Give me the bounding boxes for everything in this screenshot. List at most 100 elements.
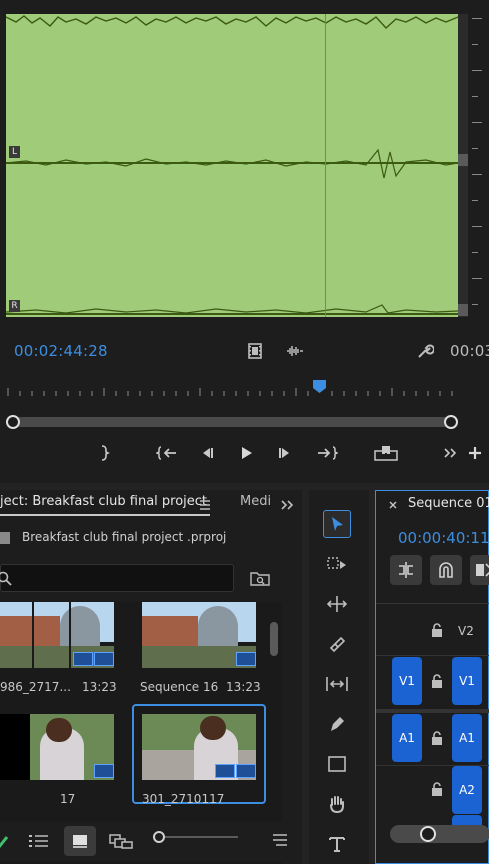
project-file-icon <box>0 532 10 544</box>
hand-tool[interactable] <box>323 790 351 818</box>
grid-scrollbar-thumb[interactable] <box>270 622 278 656</box>
meter-scale <box>468 14 489 317</box>
track-label-v2[interactable]: V2 <box>458 624 474 638</box>
new-search-bin-button[interactable] <box>250 570 270 590</box>
search-input[interactable] <box>0 564 234 592</box>
audio-waveform[interactable]: L R <box>6 14 458 317</box>
timeline-zoom-handle[interactable] <box>420 826 436 842</box>
track-target-a1[interactable]: A1 <box>452 714 482 762</box>
slip-tool[interactable] <box>323 670 351 698</box>
scrollbar-start-handle[interactable] <box>6 415 20 429</box>
double-chevron-right-icon <box>444 448 457 458</box>
wrench-icon <box>418 344 434 358</box>
step-forward-button[interactable] <box>274 442 296 464</box>
clip-thumbnail[interactable] <box>0 714 114 780</box>
go-to-out-icon <box>318 446 338 460</box>
clip-duration: 13:23 <box>226 680 261 694</box>
tab-media-browser[interactable]: Medi <box>240 494 274 509</box>
clip-name: Sequence 16 <box>140 680 219 694</box>
drag-video-only-button[interactable] <box>244 340 266 362</box>
insert-button[interactable] <box>372 442 400 464</box>
ripple-edit-tool[interactable] <box>323 590 351 618</box>
ripple-edit-icon <box>326 596 348 612</box>
nest-toggle-button[interactable] <box>390 555 422 585</box>
track-select-icon <box>327 557 346 569</box>
snap-button[interactable] <box>430 555 462 585</box>
audio-meter <box>458 14 468 317</box>
zoom-scrollbar[interactable] <box>6 414 458 430</box>
audio-badge-icon <box>236 764 256 778</box>
clip-name: 301_2710117 <box>142 792 225 806</box>
playhead-marker[interactable] <box>313 380 326 393</box>
razor-tool[interactable] <box>323 630 351 658</box>
track-target-a2[interactable]: A2 <box>452 766 482 814</box>
lock-track-icon[interactable] <box>430 622 444 638</box>
clip-duration: 13:23 <box>82 680 117 694</box>
type-tool[interactable] <box>323 830 351 858</box>
zoom-slider-handle[interactable] <box>153 831 165 843</box>
meter-handle[interactable] <box>458 154 468 166</box>
rectangle-tool[interactable] <box>323 750 351 778</box>
more-controls-button[interactable] <box>440 442 460 464</box>
video-badge-icon <box>215 764 235 778</box>
go-to-in-button[interactable] <box>154 442 180 464</box>
time-ruler[interactable] <box>6 378 458 398</box>
close-tab-button[interactable] <box>388 499 398 513</box>
list-view-icon[interactable] <box>28 832 50 850</box>
source-patch-v1[interactable]: V1 <box>392 657 422 705</box>
icon-view-button[interactable] <box>64 826 96 856</box>
active-tab-underline <box>0 514 210 516</box>
play-button[interactable] <box>235 442 257 464</box>
track-divider <box>376 655 489 656</box>
sequence-timecode[interactable]: 00:00:40:11 <box>398 529 489 547</box>
duration-timecode: 00:03 <box>450 342 489 360</box>
track-target-v1[interactable]: V1 <box>452 657 482 705</box>
video-audio-divider[interactable] <box>376 709 489 713</box>
step-back-button[interactable] <box>196 442 218 464</box>
timeline-panel: Sequence 01 00:00:40:11 V2 V1 V1 A1 A1 A… <box>375 490 489 864</box>
linked-selection-button[interactable] <box>470 555 489 585</box>
panel-overflow-button[interactable] <box>280 496 294 515</box>
tools-panel <box>309 490 369 864</box>
clip-name: 986_2717... <box>0 680 71 694</box>
meter-handle[interactable] <box>458 304 468 316</box>
tab-sequence[interactable]: Sequence 01 <box>408 496 489 511</box>
clip-thumbnail[interactable] <box>0 602 114 668</box>
sequence-thumbnail[interactable] <box>142 602 256 668</box>
settings-button[interactable] <box>414 340 436 362</box>
audio-badge-icon <box>94 652 114 666</box>
clip-thumbnail[interactable] <box>142 714 256 780</box>
magnet-icon <box>439 562 453 578</box>
playhead-timecode[interactable]: 00:02:44:28 <box>14 342 108 360</box>
razor-icon <box>329 636 346 653</box>
pen-tool[interactable] <box>323 710 351 738</box>
track-select-tool[interactable] <box>323 550 351 578</box>
icon-view-icon <box>73 835 87 848</box>
close-icon <box>389 501 397 509</box>
pencil-icon[interactable] <box>0 834 8 848</box>
clip-duration: 17 <box>60 792 76 806</box>
drag-audio-only-button[interactable] <box>284 340 306 362</box>
go-to-out-button[interactable] <box>314 442 340 464</box>
lock-track-icon[interactable] <box>430 781 444 797</box>
tab-project[interactable]: ject: Breakfast club final project <box>0 494 207 509</box>
linked-selection-icon <box>476 563 489 577</box>
panel-menu-button[interactable] <box>198 496 212 515</box>
selection-tool[interactable] <box>323 510 351 538</box>
mark-out-button[interactable] <box>94 442 114 464</box>
timeline-zoom-scrollbar[interactable] <box>390 825 489 843</box>
hand-icon <box>330 796 344 814</box>
sequence-badge-icon <box>236 652 256 666</box>
source-patch-a1[interactable]: A1 <box>392 714 422 762</box>
sort-menu-icon[interactable] <box>272 832 288 848</box>
lock-track-icon[interactable] <box>430 673 444 689</box>
zoom-slider-track[interactable] <box>154 836 238 838</box>
lock-track-icon[interactable] <box>430 730 444 746</box>
scrollbar-end-handle[interactable] <box>444 415 458 429</box>
hamburger-icon <box>200 500 210 510</box>
video-badge-icon <box>73 652 93 666</box>
audio-waveform-icon <box>287 346 303 356</box>
freeform-view-icon[interactable] <box>108 832 134 850</box>
track-target-a3-partial[interactable] <box>452 815 482 825</box>
add-button[interactable] <box>464 442 486 464</box>
